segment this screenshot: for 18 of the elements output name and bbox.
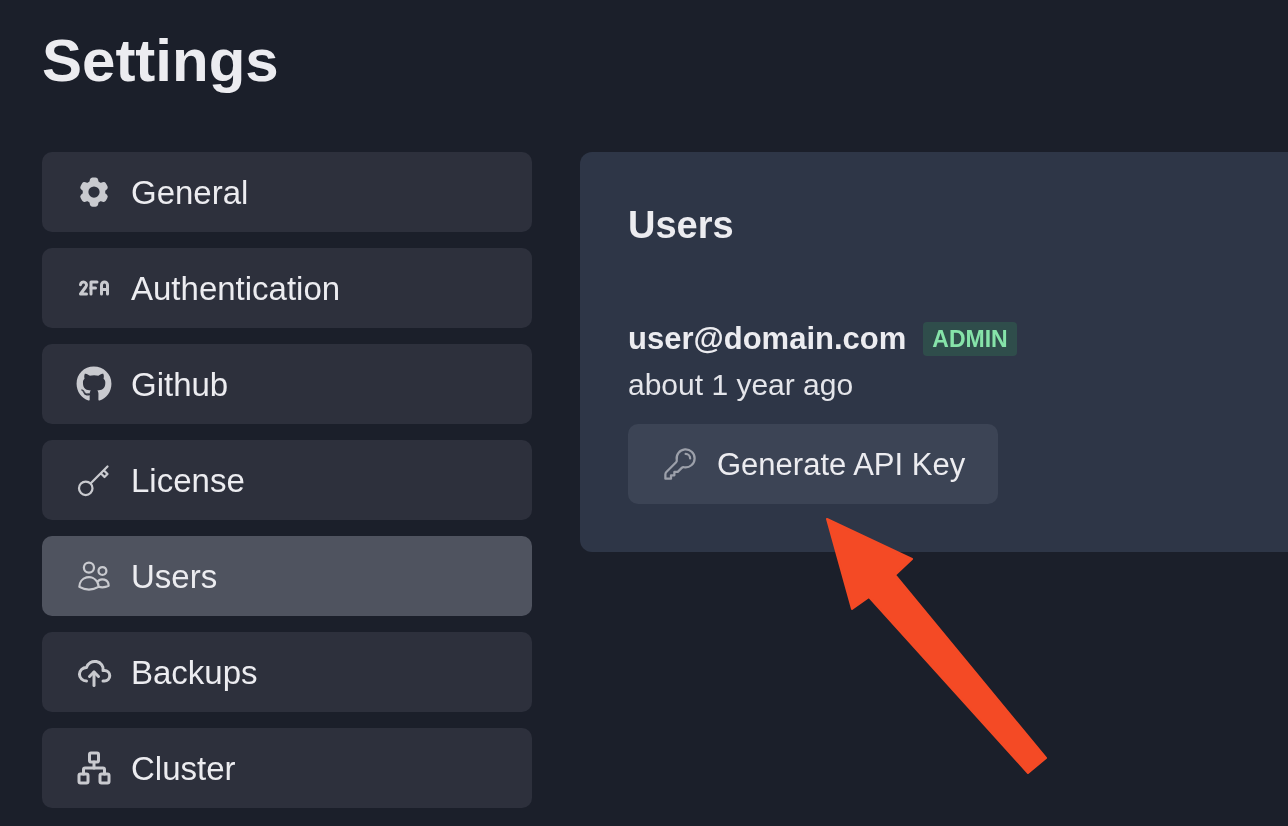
sidebar-item[interactable]: Github bbox=[42, 344, 532, 424]
role-badge: ADMIN bbox=[923, 322, 1017, 356]
joined-time: about 1 year ago bbox=[628, 367, 855, 403]
sidebar-item[interactable]: Cluster bbox=[42, 728, 532, 808]
key-icon bbox=[76, 462, 112, 498]
sidebar-item[interactable]: Authentication bbox=[42, 248, 532, 328]
github-icon bbox=[76, 366, 112, 402]
users-icon bbox=[76, 558, 112, 594]
page-title: Settings bbox=[42, 26, 280, 96]
key-icon bbox=[662, 446, 698, 482]
sidebar-item[interactable]: General bbox=[42, 152, 532, 232]
generate-api-key-button[interactable]: Generate API Key bbox=[628, 424, 999, 504]
panel-title: Users bbox=[628, 203, 735, 248]
sidebar-item[interactable]: Backups bbox=[42, 632, 532, 712]
sidebar-item[interactable]: License bbox=[42, 440, 532, 520]
sidebar-item[interactable]: Users bbox=[42, 536, 532, 616]
user-email: user@domain.com bbox=[628, 322, 907, 356]
network-icon bbox=[76, 750, 112, 786]
